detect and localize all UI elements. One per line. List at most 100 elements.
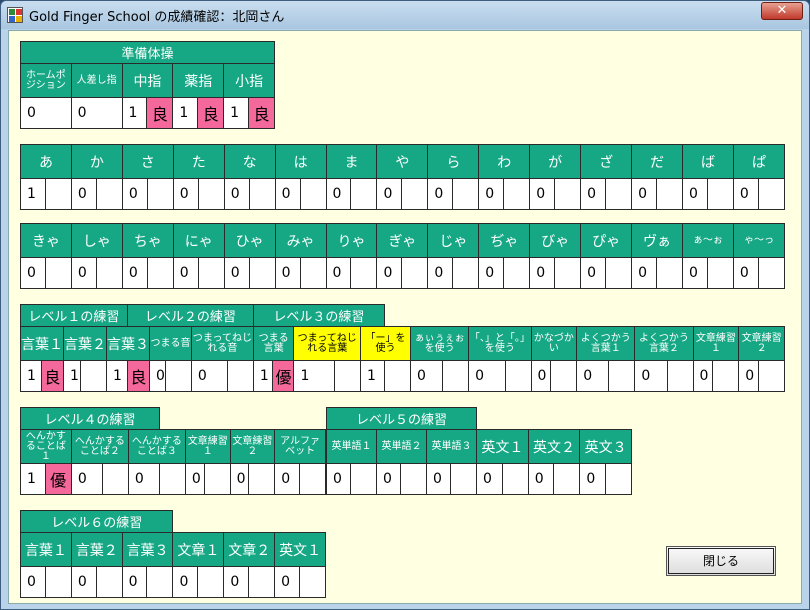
- warmup-header: 中指: [121, 63, 174, 98]
- grade-cell: [299, 257, 327, 289]
- app-icon: [7, 7, 23, 23]
- grade-badge: 良: [146, 97, 174, 129]
- score-value: 1: [20, 360, 42, 392]
- row2-header: ぁ～ぉ: [681, 223, 734, 258]
- grade-cell: [605, 178, 633, 210]
- level5-header: 英単語２: [376, 429, 428, 464]
- score-value: 0: [634, 360, 668, 392]
- level123-header: よくつかう言葉１: [576, 326, 636, 361]
- warmup-header: 薬指: [172, 63, 225, 98]
- score-value: 0: [579, 463, 606, 495]
- score-value: 0: [376, 463, 402, 495]
- score-value: 0: [427, 178, 454, 210]
- warmup-value: 0: [70, 97, 123, 129]
- level123-header: ぁぃぅぇぉを使う: [409, 326, 470, 361]
- score-value: 1: [360, 360, 385, 392]
- window-close-button[interactable]: ✕: [761, 2, 803, 20]
- score-value: 1: [293, 360, 335, 392]
- level123-header: つまってねじれる言葉: [293, 326, 361, 361]
- grade-cell: [666, 360, 694, 392]
- grade-cell: [248, 257, 276, 289]
- close-button[interactable]: 閉じる: [666, 546, 776, 576]
- grade-cell: [712, 360, 740, 392]
- row2-header: じゃ: [427, 223, 480, 258]
- grade-cell: [334, 360, 361, 392]
- score-value: 0: [580, 257, 607, 289]
- level4-header: 文章練習１: [184, 429, 231, 464]
- level123-header: 「、」と「。」を使う: [468, 326, 532, 361]
- row2-header: りゃ: [325, 223, 378, 258]
- level4-header: へんかすることば２: [70, 429, 129, 464]
- score-value: 0: [738, 360, 759, 392]
- row2-header: みゃ: [274, 223, 327, 258]
- score-value: 0: [427, 257, 454, 289]
- level4-header: へんかすることば３: [127, 429, 186, 464]
- grade-cell: [203, 463, 231, 495]
- score-value: 0: [631, 178, 657, 210]
- level123-header: つまる言葉: [252, 326, 295, 361]
- score-value: 0: [172, 257, 199, 289]
- grade-cell: [299, 463, 326, 495]
- grade-cell: [655, 178, 683, 210]
- grade-cell: [554, 257, 582, 289]
- score-value: 0: [529, 257, 556, 289]
- score-value: 0: [121, 566, 148, 598]
- kana-table: あかさたなはまやらわがざだばぱ 100000000000000: [20, 144, 786, 210]
- score-value: 1: [20, 178, 46, 210]
- row1-header: あ: [20, 144, 72, 179]
- score-value: 0: [223, 257, 250, 289]
- grade-cell: [706, 178, 734, 210]
- row2-header: にゃ: [172, 223, 225, 258]
- level5-header: 英文２: [527, 429, 581, 464]
- grade-cell: [503, 178, 531, 210]
- level6-header: 文章２: [223, 532, 276, 567]
- grade-cell: [299, 178, 327, 210]
- score-value: 0: [229, 463, 250, 495]
- score-value: 0: [70, 463, 103, 495]
- title-bar[interactable]: Gold Finger School の成績確認：北岡さん ✕: [1, 1, 809, 29]
- grade-cell: [197, 566, 225, 598]
- grade-cell: [605, 463, 632, 495]
- score-value: 0: [681, 178, 708, 210]
- score-value: 0: [325, 257, 352, 289]
- grade-cell: [401, 257, 429, 289]
- row1-header: ま: [325, 144, 378, 179]
- row2-header: びゃ: [529, 223, 582, 258]
- level4-table: レベル４の練習 へんかすることば１ へんかすることば２ へんかすることば３ 文章練習１…: [20, 407, 326, 495]
- score-value: 0: [580, 178, 607, 210]
- grade-cell: [164, 360, 192, 392]
- level5-header: 英単語３: [426, 429, 478, 464]
- grade-cell: [248, 178, 276, 210]
- grade-cell: [248, 566, 276, 598]
- row2-header: しゃ: [70, 223, 123, 258]
- grade-cell: [605, 257, 633, 289]
- level123-header: 言葉２: [63, 326, 107, 361]
- grade-badge: 良: [40, 360, 65, 392]
- level6-header: 英文１: [274, 532, 326, 567]
- grade-cell: [146, 257, 174, 289]
- row2-header: ヴぁ: [631, 223, 683, 258]
- grade-badge: 良: [126, 360, 151, 392]
- score-value: 0: [325, 463, 352, 495]
- score-value: 0: [223, 566, 250, 598]
- level123-header: よくつかう言葉２: [634, 326, 694, 361]
- level123-header: 「ー」を使う: [360, 326, 411, 361]
- grade-cell: [450, 463, 478, 495]
- grade-cell: [350, 178, 378, 210]
- level5-table: レベル５の練習 英単語１ 英単語２ 英単語３ 英文１ 英文２ 英文３ 000000: [325, 407, 632, 495]
- score-value: 0: [274, 463, 300, 495]
- row1-header: ら: [427, 144, 480, 179]
- level123-header: 文章練習１: [692, 326, 740, 361]
- row2-header: ぴゃ: [580, 223, 633, 258]
- level6-header: 言葉２: [70, 532, 123, 567]
- score-value: 0: [190, 360, 228, 392]
- grade-cell: [248, 463, 276, 495]
- score-value: 0: [223, 178, 250, 210]
- warmup-value: 1: [172, 97, 199, 129]
- score-value: 0: [172, 566, 199, 598]
- row2-header: ちゃ: [121, 223, 174, 258]
- level5-title: レベル５の練習: [325, 407, 478, 430]
- level4-title: レベル４の練習: [20, 407, 160, 430]
- grade-cell: [197, 257, 225, 289]
- score-value: 0: [468, 360, 506, 392]
